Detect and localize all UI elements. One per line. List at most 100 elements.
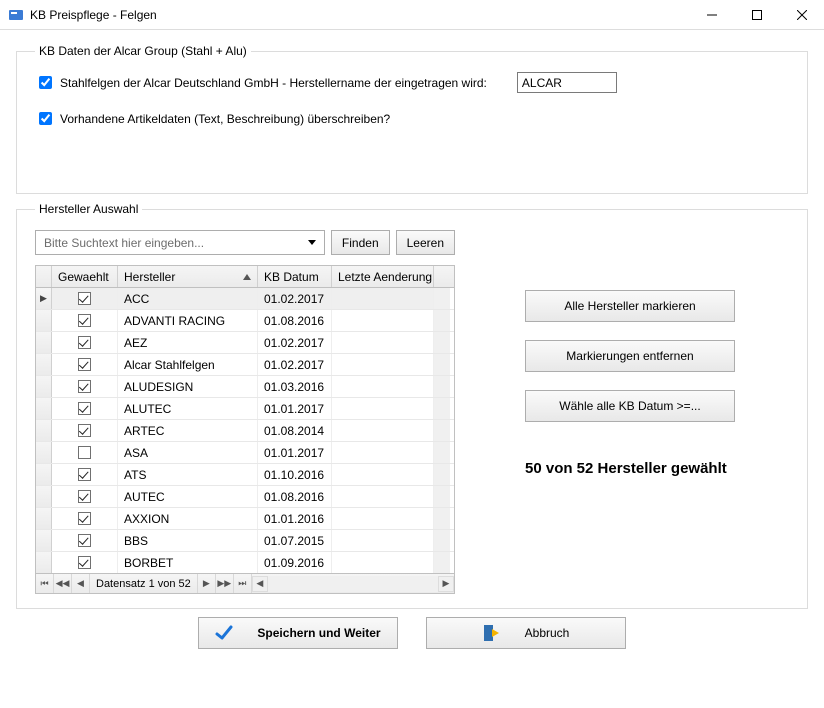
grid-body[interactable]: ▶ACC01.02.2017ADVANTI RACING01.08.2016AE… xyxy=(36,288,454,573)
unmark-all-button[interactable]: Markierungen entfernen xyxy=(525,340,735,372)
checkbox-icon[interactable] xyxy=(78,468,91,481)
nav-next-page[interactable]: ▶▶ xyxy=(216,574,234,593)
checkbox-icon[interactable] xyxy=(78,402,91,415)
table-row[interactable]: AXXION01.01.2016 xyxy=(36,508,454,530)
cancel-button[interactable]: Abbruch xyxy=(426,617,626,649)
group-kb-daten-legend: KB Daten der Alcar Group (Stahl + Alu) xyxy=(35,44,251,58)
cell-gewaehlt[interactable] xyxy=(52,552,118,573)
checkbox-icon[interactable] xyxy=(78,446,91,459)
cell-letzte-aenderung xyxy=(332,530,434,551)
checkbox-icon[interactable] xyxy=(78,512,91,525)
search-input[interactable]: Bitte Suchtext hier eingeben... xyxy=(35,230,325,255)
chk-stahlfelgen[interactable] xyxy=(39,76,52,89)
cell-kb-datum: 01.08.2016 xyxy=(258,310,332,331)
exit-icon xyxy=(483,624,501,642)
cell-gewaehlt[interactable] xyxy=(52,310,118,331)
content-area: KB Daten der Alcar Group (Stahl + Alu) S… xyxy=(0,30,824,657)
group-hersteller-legend: Hersteller Auswahl xyxy=(35,202,142,216)
cell-gewaehlt[interactable] xyxy=(52,376,118,397)
table-row[interactable]: ADVANTI RACING01.08.2016 xyxy=(36,310,454,332)
checkbox-icon[interactable] xyxy=(78,424,91,437)
chk-ueberschreiben[interactable] xyxy=(39,112,52,125)
find-button-label: Finden xyxy=(342,236,379,250)
row-scroll-gutter xyxy=(434,420,450,441)
cell-hersteller: ACC xyxy=(118,288,258,309)
table-row[interactable]: ALUTEC01.01.2017 xyxy=(36,398,454,420)
clear-button[interactable]: Leeren xyxy=(396,230,455,255)
col-letzte-aenderung[interactable]: Letzte Aenderung xyxy=(332,266,434,287)
cell-letzte-aenderung xyxy=(332,552,434,573)
row-indicator xyxy=(36,310,52,331)
cell-gewaehlt[interactable] xyxy=(52,398,118,419)
row-indicator xyxy=(36,354,52,375)
cell-gewaehlt[interactable] xyxy=(52,354,118,375)
checkbox-icon[interactable] xyxy=(78,292,91,305)
nav-next[interactable]: ▶ xyxy=(198,574,216,593)
nav-prev[interactable]: ◀ xyxy=(72,574,90,593)
side-panel: Alle Hersteller markieren Markierungen e… xyxy=(455,230,789,594)
nav-first[interactable]: ⏮ xyxy=(36,574,54,593)
checkbox-icon[interactable] xyxy=(78,534,91,547)
hscroll-left-icon[interactable]: ◀ xyxy=(252,576,268,592)
table-row[interactable]: BORBET01.09.2016 xyxy=(36,552,454,573)
row-indicator xyxy=(36,420,52,441)
maximize-button[interactable] xyxy=(734,0,779,30)
save-continue-button[interactable]: Speichern und Weiter xyxy=(198,617,398,649)
table-row[interactable]: AUTEC01.08.2016 xyxy=(36,486,454,508)
cell-gewaehlt[interactable] xyxy=(52,332,118,353)
table-row[interactable]: AEZ01.02.2017 xyxy=(36,332,454,354)
cell-gewaehlt[interactable] xyxy=(52,442,118,463)
cell-letzte-aenderung xyxy=(332,354,434,375)
table-row[interactable]: ALUDESIGN01.03.2016 xyxy=(36,376,454,398)
row-indicator xyxy=(36,486,52,507)
hersteller-grid: Gewaehlt Hersteller KB Datum Letzte Aend… xyxy=(35,265,455,594)
table-row[interactable]: ASA01.01.2017 xyxy=(36,442,454,464)
cell-gewaehlt[interactable] xyxy=(52,530,118,551)
cell-gewaehlt[interactable] xyxy=(52,486,118,507)
cell-hersteller: AUTEC xyxy=(118,486,258,507)
mark-all-button[interactable]: Alle Hersteller markieren xyxy=(525,290,735,322)
checkbox-icon[interactable] xyxy=(78,336,91,349)
table-row[interactable]: ARTEC01.08.2014 xyxy=(36,420,454,442)
table-row[interactable]: ▶ACC01.02.2017 xyxy=(36,288,454,310)
close-button[interactable] xyxy=(779,0,824,30)
cell-letzte-aenderung xyxy=(332,310,434,331)
cell-kb-datum: 01.09.2016 xyxy=(258,552,332,573)
table-row[interactable]: Alcar Stahlfelgen01.02.2017 xyxy=(36,354,454,376)
cell-kb-datum: 01.08.2016 xyxy=(258,486,332,507)
checkbox-icon[interactable] xyxy=(78,358,91,371)
row-indicator xyxy=(36,552,52,573)
cell-hersteller: ALUDESIGN xyxy=(118,376,258,397)
minimize-button[interactable] xyxy=(689,0,734,30)
hscroll-right-icon[interactable]: ▶ xyxy=(438,576,454,592)
col-gewaehlt[interactable]: Gewaehlt xyxy=(52,266,118,287)
col-hersteller[interactable]: Hersteller xyxy=(118,266,258,287)
cell-kb-datum: 01.01.2016 xyxy=(258,508,332,529)
checkbox-icon[interactable] xyxy=(78,490,91,503)
row-scroll-gutter xyxy=(434,442,450,463)
choose-date-button[interactable]: Wähle alle KB Datum >=... xyxy=(525,390,735,422)
col-kb-datum[interactable]: KB Datum xyxy=(258,266,332,287)
cell-letzte-aenderung xyxy=(332,442,434,463)
cell-letzte-aenderung xyxy=(332,464,434,485)
grid-hscroll[interactable]: ◀ ▶ xyxy=(252,576,454,592)
cell-gewaehlt[interactable] xyxy=(52,288,118,309)
find-button[interactable]: Finden xyxy=(331,230,390,255)
row-scroll-gutter xyxy=(434,332,450,353)
dropdown-icon xyxy=(304,240,320,246)
cell-gewaehlt[interactable] xyxy=(52,508,118,529)
checkbox-icon[interactable] xyxy=(78,380,91,393)
table-row[interactable]: ATS01.10.2016 xyxy=(36,464,454,486)
cell-letzte-aenderung xyxy=(332,398,434,419)
cell-gewaehlt[interactable] xyxy=(52,420,118,441)
cell-gewaehlt[interactable] xyxy=(52,464,118,485)
row-indicator xyxy=(36,376,52,397)
group-hersteller-auswahl: Hersteller Auswahl Bitte Suchtext hier e… xyxy=(16,202,808,609)
table-row[interactable]: BBS01.07.2015 xyxy=(36,530,454,552)
checkbox-icon[interactable] xyxy=(78,314,91,327)
cell-kb-datum: 01.03.2016 xyxy=(258,376,332,397)
herstellername-input[interactable] xyxy=(517,72,617,93)
nav-last[interactable]: ⏭ xyxy=(234,574,252,593)
checkbox-icon[interactable] xyxy=(78,556,91,569)
nav-prev-page[interactable]: ◀◀ xyxy=(54,574,72,593)
